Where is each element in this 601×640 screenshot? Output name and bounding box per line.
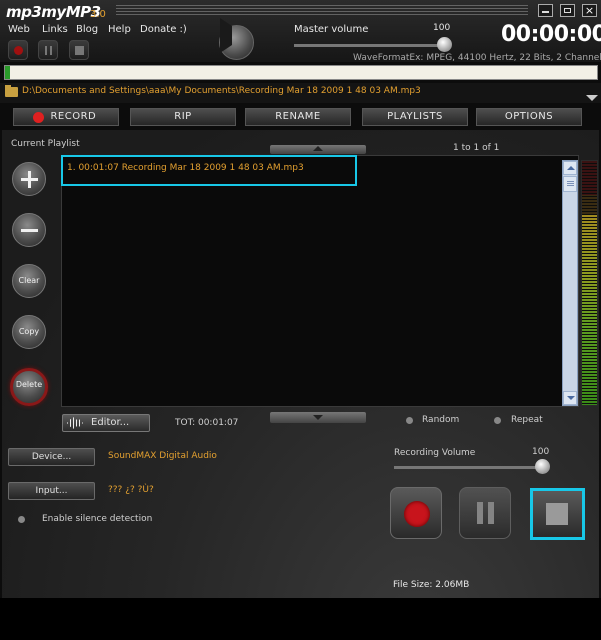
position-handle[interactable] [5, 66, 10, 79]
playlist-heading: Current Playlist [11, 139, 80, 149]
close-button[interactable]: × [582, 4, 597, 17]
remove-button[interactable] [12, 213, 46, 247]
level-meter [581, 160, 598, 406]
tab-record-label: RECORD [50, 111, 97, 122]
stop-icon [546, 503, 568, 525]
title-drag-stripe[interactable] [116, 5, 528, 17]
app-version: 3.0 [90, 9, 106, 20]
input-button[interactable]: Input... [8, 482, 95, 500]
minimize-button[interactable] [538, 4, 553, 17]
silence-detection-label: Enable silence detection [42, 514, 153, 524]
pause-icon [477, 502, 483, 524]
record-button[interactable] [390, 487, 442, 539]
random-radio[interactable] [406, 417, 413, 424]
record-icon [14, 46, 23, 55]
recording-volume-value: 100 [532, 447, 550, 457]
tab-rip[interactable]: RIP [130, 108, 236, 126]
master-volume-value: 100 [433, 23, 451, 33]
recording-volume-knob[interactable] [535, 459, 550, 474]
tab-record[interactable]: RECORD [13, 108, 119, 126]
total-time: TOT: 00:01:07 [175, 418, 239, 428]
maximize-button[interactable] [560, 4, 575, 17]
file-path: D:\Documents and Settings\aaa\My Documen… [22, 86, 421, 96]
record-icon [404, 501, 430, 527]
position-bar[interactable] [4, 65, 598, 80]
play-button[interactable] [219, 18, 254, 60]
scroll-up-button[interactable] [563, 161, 577, 175]
mini-stop-button[interactable] [69, 40, 89, 60]
collapse-down-handle[interactable] [270, 412, 366, 423]
collapse-up-handle[interactable] [270, 145, 366, 154]
add-button[interactable] [12, 162, 46, 196]
menu-web[interactable]: Web [8, 24, 30, 35]
clear-button[interactable]: Clear [12, 264, 46, 298]
chevron-down-icon[interactable] [586, 95, 598, 101]
folder-icon[interactable] [5, 85, 18, 97]
recording-volume-label: Recording Volume [394, 448, 476, 458]
menu-help[interactable]: Help [108, 24, 131, 35]
master-volume-label: Master volume [294, 24, 369, 35]
playlist-scrollbar[interactable] [562, 160, 578, 406]
tab-rename[interactable]: RENAME [245, 108, 351, 126]
playlist-list[interactable] [61, 155, 579, 407]
recording-volume-slider[interactable] [394, 466, 542, 469]
menu-donate[interactable]: Donate :) [140, 24, 187, 35]
silence-detection-radio[interactable] [18, 516, 25, 523]
window-bottom [0, 598, 601, 640]
time-display: 00:00:00 [501, 22, 601, 47]
selection-highlight [61, 155, 357, 186]
repeat-label: Repeat [511, 415, 543, 425]
menu-links[interactable]: Links [42, 24, 68, 35]
delete-button[interactable]: Delete [10, 368, 48, 406]
scroll-thumb[interactable] [563, 176, 577, 192]
file-size: File Size: 2.06MB [393, 580, 470, 590]
pause-button[interactable] [459, 487, 511, 539]
mini-pause-button[interactable] [38, 40, 58, 60]
app-logo: mp3myMP3 [6, 3, 101, 21]
playlist-count: 1 to 1 of 1 [453, 143, 500, 153]
mini-record-button[interactable] [8, 40, 28, 60]
stop-icon [75, 46, 84, 55]
tab-playlists[interactable]: PLAYLISTS [362, 108, 468, 126]
device-button[interactable]: Device... [8, 448, 95, 466]
play-icon [220, 18, 232, 53]
device-name: SoundMAX Digital Audio [108, 451, 217, 461]
copy-button[interactable]: Copy [12, 315, 46, 349]
input-name: ??? ¿? ?Ù? [108, 485, 154, 495]
menu-blog[interactable]: Blog [76, 24, 98, 35]
pause-icon-bar [488, 502, 494, 524]
random-label: Random [422, 415, 460, 425]
format-info: WaveFormatEx: MPEG, 44100 Hertz, 22 Bits… [353, 53, 601, 63]
repeat-radio[interactable] [494, 417, 501, 424]
record-icon [33, 112, 44, 123]
master-volume-knob[interactable] [437, 37, 452, 52]
stop-button[interactable] [530, 488, 585, 540]
pause-icon [45, 46, 52, 55]
tab-options[interactable]: OPTIONS [476, 108, 582, 126]
scroll-down-button[interactable] [563, 391, 577, 405]
master-volume-slider[interactable] [294, 44, 444, 47]
